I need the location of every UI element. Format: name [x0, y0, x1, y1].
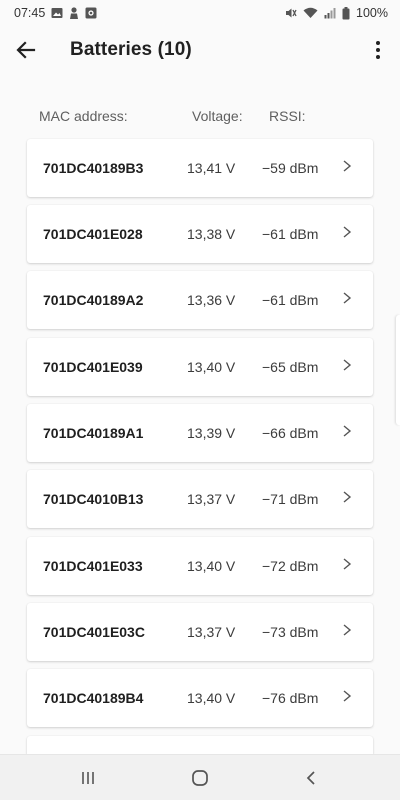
battery-mac: 701DC40189B4: [43, 690, 144, 706]
battery-voltage: 13,37 V: [187, 491, 236, 507]
back-button[interactable]: [12, 36, 40, 64]
column-headers: MAC address: Voltage: RSSI:: [0, 108, 400, 126]
chevron-right-icon: [343, 425, 352, 437]
column-header-rssi: RSSI:: [269, 108, 306, 124]
signal-icon: [324, 7, 336, 19]
battery-list-item[interactable]: 701DC401E039 13,40 V −65 dBm: [27, 338, 373, 396]
battery-voltage: 13,39 V: [187, 425, 236, 441]
overflow-menu-button[interactable]: [366, 36, 390, 64]
chevron-right-icon: [343, 624, 352, 636]
mute-icon: [285, 7, 297, 19]
battery-list-item[interactable]: 701DC40189A1 13,39 V −66 dBm: [27, 404, 373, 462]
battery-rssi: −76 dBm: [262, 690, 319, 706]
battery-mac: 701DC401E028: [43, 226, 143, 242]
battery-rssi: −61 dBm: [262, 226, 319, 242]
battery-icon: [342, 6, 350, 20]
battery-mac: 701DC401E033: [43, 558, 143, 574]
battery-voltage: 13,36 V: [187, 292, 236, 308]
recents-icon: [82, 772, 94, 784]
chevron-right-icon: [343, 160, 352, 172]
column-header-voltage: Voltage:: [192, 108, 243, 124]
battery-voltage: 13,38 V: [187, 226, 236, 242]
battery-list-item[interactable]: 701DC4010B13 13,37 V −71 dBm: [27, 470, 373, 528]
battery-list-item[interactable]: 701DC40189B3 13,41 V −59 dBm: [27, 139, 373, 197]
battery-voltage: 13,41 V: [187, 160, 236, 176]
battery-rssi: −66 dBm: [262, 425, 319, 441]
battery-mac: 701DC40189A2: [43, 292, 144, 308]
battery-mac: 701DC40189A1: [43, 425, 144, 441]
battery-rssi: −61 dBm: [262, 292, 319, 308]
page-title: Batteries (10): [70, 39, 192, 60]
chevron-right-icon: [343, 359, 352, 371]
battery-list-item[interactable]: 701DC40189A2 13,36 V −61 dBm: [27, 271, 373, 329]
system-back-button[interactable]: [296, 765, 326, 791]
battery-rssi: −59 dBm: [262, 160, 319, 176]
battery-rssi: −72 dBm: [262, 558, 319, 574]
status-time: 07:45: [14, 6, 46, 20]
battery-voltage: 13,40 V: [187, 690, 236, 706]
column-header-mac: MAC address:: [39, 108, 128, 124]
chevron-right-icon: [343, 558, 352, 570]
battery-percent: 100%: [356, 6, 388, 20]
battery-mac: 701DC401E03C: [43, 624, 145, 640]
chevron-right-icon: [343, 226, 352, 238]
battery-voltage: 13,40 V: [187, 558, 236, 574]
battery-rssi: −71 dBm: [262, 491, 319, 507]
battery-list-item[interactable]: 701DC401E028 13,38 V −61 dBm: [27, 205, 373, 263]
battery-list-item[interactable]: 701DC401E033 13,40 V −72 dBm: [27, 537, 373, 595]
arrow-left-icon: [16, 41, 36, 59]
chevron-right-icon: [343, 690, 352, 702]
battery-list-item[interactable]: 701DC40189B4 13,40 V −76 dBm: [27, 669, 373, 727]
battery-rssi: −73 dBm: [262, 624, 319, 640]
status-right: 100%: [285, 6, 388, 20]
app-bar: Batteries (10): [0, 26, 400, 74]
more-vert-icon: [376, 41, 380, 59]
battery-rssi: −65 dBm: [262, 359, 319, 375]
battery-mac: 701DC401E039: [43, 359, 143, 375]
battery-voltage: 13,37 V: [187, 624, 236, 640]
battery-mac: 701DC4010B13: [43, 491, 144, 507]
battery-mac: 701DC40189B3: [43, 160, 144, 176]
back-icon: [306, 771, 315, 785]
battery-list-item-partial[interactable]: [27, 736, 373, 754]
navigation-bar: [0, 754, 400, 800]
chevron-right-icon: [343, 292, 352, 304]
battery-voltage: 13,40 V: [187, 359, 236, 375]
status-left: 07:45: [14, 6, 97, 20]
battery-list-item[interactable]: 701DC401E03C 13,37 V −73 dBm: [27, 603, 373, 661]
person-icon: [69, 7, 79, 19]
gallery-icon: [51, 7, 63, 19]
home-button[interactable]: [185, 765, 215, 791]
edge-panel-handle[interactable]: [396, 315, 400, 425]
status-bar: 07:45 100%: [0, 0, 400, 26]
home-icon: [192, 770, 208, 786]
chevron-right-icon: [343, 491, 352, 503]
recents-button[interactable]: [73, 765, 103, 791]
wifi-icon: [303, 7, 318, 19]
camera-icon: [85, 7, 97, 19]
